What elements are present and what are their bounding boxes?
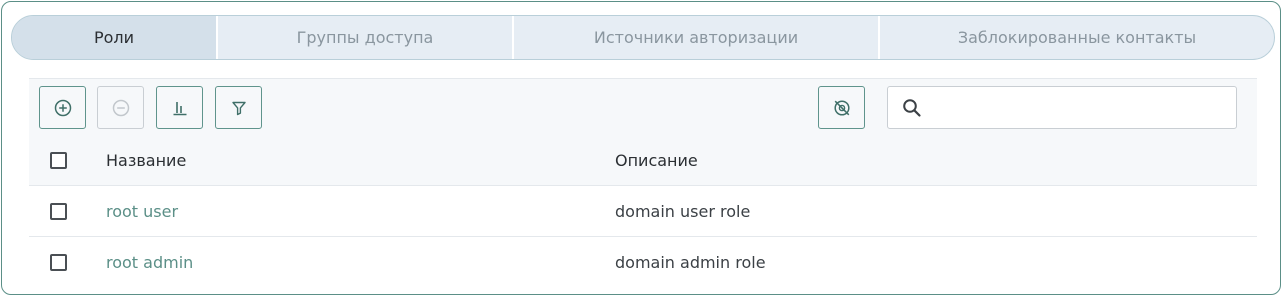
table-row[interactable]: root user domain user role <box>29 186 1257 237</box>
column-header-name[interactable]: Название <box>106 151 186 170</box>
search-box <box>887 86 1237 129</box>
table-row[interactable]: root admin domain admin role <box>29 237 1257 288</box>
row-checkbox[interactable] <box>50 254 67 271</box>
tab-bar: Роли Группы доступа Источники авторизаци… <box>11 15 1275 60</box>
toolbar <box>29 78 1257 135</box>
tab-access-groups[interactable]: Группы доступа <box>216 16 512 59</box>
search-input[interactable] <box>936 87 1236 128</box>
select-all-checkbox[interactable] <box>50 151 67 169</box>
add-button[interactable] <box>39 86 86 129</box>
tab-label: Группы доступа <box>296 28 434 47</box>
tab-label: Заблокированные контакты <box>957 28 1197 47</box>
role-name-link[interactable]: root user <box>106 202 178 221</box>
tab-label: Роли <box>93 28 135 47</box>
role-description: domain admin role <box>615 253 766 272</box>
hide-toggle-button[interactable] <box>818 86 865 129</box>
role-name-link[interactable]: root admin <box>106 253 193 272</box>
roles-panel: Роли Группы доступа Источники авторизаци… <box>1 1 1281 295</box>
table-header-row: Название Описание <box>29 135 1257 186</box>
filter-icon <box>231 100 247 116</box>
tab-auth-sources[interactable]: Источники авторизации <box>512 16 878 59</box>
tab-label: Источники авторизации <box>593 28 799 47</box>
roles-table: Название Описание root user domain user … <box>29 135 1257 288</box>
column-header-description[interactable]: Описание <box>615 151 698 170</box>
tab-roles[interactable]: Роли <box>12 16 216 59</box>
bar-chart-icon <box>171 99 189 117</box>
filter-button[interactable] <box>215 86 262 129</box>
plus-circle-icon <box>54 99 72 117</box>
remove-button[interactable] <box>97 86 144 129</box>
eye-off-icon <box>832 98 852 118</box>
role-description: domain user role <box>615 201 751 221</box>
tab-blocked-contacts[interactable]: Заблокированные контакты <box>878 16 1274 59</box>
search-icon <box>888 87 936 128</box>
row-checkbox[interactable] <box>50 202 67 220</box>
statistics-button[interactable] <box>156 86 203 129</box>
minus-circle-icon <box>112 99 130 117</box>
